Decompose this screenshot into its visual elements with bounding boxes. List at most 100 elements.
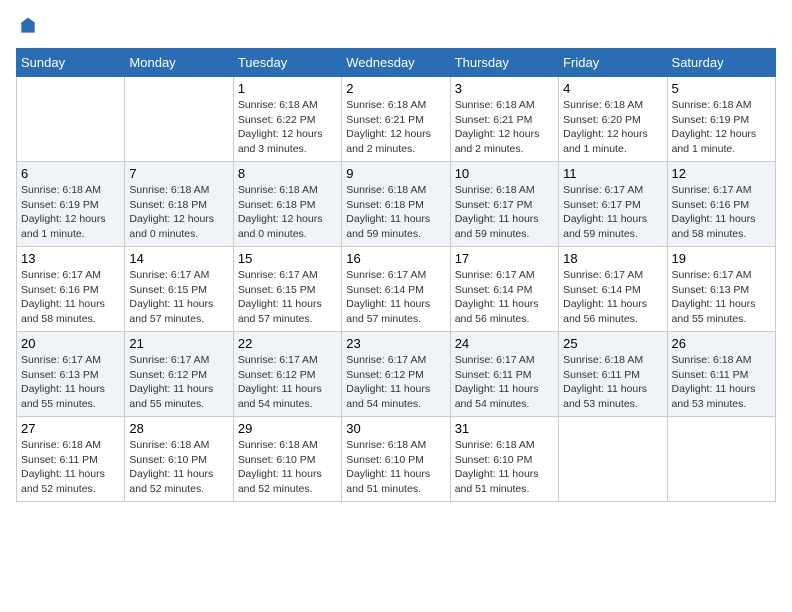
day-header-wednesday: Wednesday (342, 49, 450, 77)
day-info: Sunrise: 6:18 AM Sunset: 6:18 PM Dayligh… (129, 183, 228, 242)
day-header-tuesday: Tuesday (233, 49, 341, 77)
calendar-cell: 16 Sunrise: 6:17 AM Sunset: 6:14 PM Dayli… (342, 247, 450, 332)
day-info: Sunrise: 6:18 AM Sunset: 6:21 PM Dayligh… (455, 98, 554, 157)
day-info: Sunrise: 6:17 AM Sunset: 6:14 PM Dayligh… (563, 268, 662, 327)
calendar-cell: 28 Sunrise: 6:18 AM Sunset: 6:10 PM Dayli… (125, 417, 233, 502)
day-number: 22 (238, 336, 337, 351)
day-info: Sunrise: 6:17 AM Sunset: 6:13 PM Dayligh… (21, 353, 120, 412)
day-info: Sunrise: 6:17 AM Sunset: 6:14 PM Dayligh… (455, 268, 554, 327)
day-info: Sunrise: 6:17 AM Sunset: 6:12 PM Dayligh… (346, 353, 445, 412)
day-number: 5 (672, 81, 771, 96)
page-header (16, 16, 776, 36)
day-number: 30 (346, 421, 445, 436)
day-number: 6 (21, 166, 120, 181)
calendar-cell: 12Sunrise: 6:17 AM Sunset: 6:16 PM Dayli… (667, 162, 775, 247)
day-number: 28 (129, 421, 228, 436)
day-number: 17 (455, 251, 554, 266)
day-number: 8 (238, 166, 337, 181)
day-number: 9 (346, 166, 445, 181)
day-info: Sunrise: 6:17 AM Sunset: 6:16 PM Dayligh… (21, 268, 120, 327)
day-number: 23 (346, 336, 445, 351)
day-info: Sunrise: 6:17 AM Sunset: 6:17 PM Dayligh… (563, 183, 662, 242)
calendar-cell: 19 Sunrise: 6:17 AM Sunset: 6:13 PM Dayli… (667, 247, 775, 332)
calendar-cell (125, 77, 233, 162)
day-info: Sunrise: 6:17 AM Sunset: 6:12 PM Dayligh… (129, 353, 228, 412)
day-info: Sunrise: 6:18 AM Sunset: 6:17 PM Dayligh… (455, 183, 554, 242)
calendar-cell: 17 Sunrise: 6:17 AM Sunset: 6:14 PM Dayli… (450, 247, 558, 332)
day-number: 31 (455, 421, 554, 436)
calendar-cell: 31 Sunrise: 6:18 AM Sunset: 6:10 PM Dayli… (450, 417, 558, 502)
calendar-cell (667, 417, 775, 502)
calendar-cell: 22 Sunrise: 6:17 AM Sunset: 6:12 PM Dayli… (233, 332, 341, 417)
day-number: 11 (563, 166, 662, 181)
day-info: Sunrise: 6:18 AM Sunset: 6:10 PM Dayligh… (238, 438, 337, 497)
calendar-cell (17, 77, 125, 162)
calendar-cell: 25Sunrise: 6:18 AM Sunset: 6:11 PM Dayli… (559, 332, 667, 417)
day-number: 15 (238, 251, 337, 266)
day-info: Sunrise: 6:18 AM Sunset: 6:10 PM Dayligh… (346, 438, 445, 497)
calendar-week-2: 6 Sunrise: 6:18 AM Sunset: 6:19 PM Daylig… (17, 162, 776, 247)
calendar-cell: 23 Sunrise: 6:17 AM Sunset: 6:12 PM Dayli… (342, 332, 450, 417)
calendar-cell: 15 Sunrise: 6:17 AM Sunset: 6:15 PM Dayli… (233, 247, 341, 332)
day-number: 27 (21, 421, 120, 436)
day-info: Sunrise: 6:17 AM Sunset: 6:15 PM Dayligh… (129, 268, 228, 327)
day-info: Sunrise: 6:18 AM Sunset: 6:10 PM Dayligh… (129, 438, 228, 497)
calendar-header-row: SundayMondayTuesdayWednesdayThursdayFrid… (17, 49, 776, 77)
day-info: Sunrise: 6:18 AM Sunset: 6:21 PM Dayligh… (346, 98, 445, 157)
day-info: Sunrise: 6:18 AM Sunset: 6:19 PM Dayligh… (672, 98, 771, 157)
day-info: Sunrise: 6:18 AM Sunset: 6:20 PM Dayligh… (563, 98, 662, 157)
calendar-cell: 7 Sunrise: 6:18 AM Sunset: 6:18 PM Daylig… (125, 162, 233, 247)
day-info: Sunrise: 6:17 AM Sunset: 6:11 PM Dayligh… (455, 353, 554, 412)
day-info: Sunrise: 6:17 AM Sunset: 6:13 PM Dayligh… (672, 268, 771, 327)
day-header-thursday: Thursday (450, 49, 558, 77)
day-info: Sunrise: 6:18 AM Sunset: 6:19 PM Dayligh… (21, 183, 120, 242)
day-number: 26 (672, 336, 771, 351)
day-info: Sunrise: 6:18 AM Sunset: 6:18 PM Dayligh… (346, 183, 445, 242)
day-number: 16 (346, 251, 445, 266)
calendar-cell: 18 Sunrise: 6:17 AM Sunset: 6:14 PM Dayli… (559, 247, 667, 332)
day-info: Sunrise: 6:18 AM Sunset: 6:11 PM Dayligh… (563, 353, 662, 412)
day-info: Sunrise: 6:17 AM Sunset: 6:15 PM Dayligh… (238, 268, 337, 327)
calendar-week-1: 1 Sunrise: 6:18 AM Sunset: 6:22 PM Daylig… (17, 77, 776, 162)
day-number: 13 (21, 251, 120, 266)
day-number: 18 (563, 251, 662, 266)
day-number: 1 (238, 81, 337, 96)
day-number: 20 (21, 336, 120, 351)
calendar-cell: 20 Sunrise: 6:17 AM Sunset: 6:13 PM Dayli… (17, 332, 125, 417)
day-number: 3 (455, 81, 554, 96)
calendar-cell: 11 Sunrise: 6:17 AM Sunset: 6:17 PM Dayli… (559, 162, 667, 247)
calendar-cell: 8Sunrise: 6:18 AM Sunset: 6:18 PM Daylig… (233, 162, 341, 247)
day-number: 29 (238, 421, 337, 436)
day-info: Sunrise: 6:17 AM Sunset: 6:14 PM Dayligh… (346, 268, 445, 327)
day-number: 21 (129, 336, 228, 351)
calendar-cell: 10Sunrise: 6:18 AM Sunset: 6:17 PM Dayli… (450, 162, 558, 247)
day-number: 19 (672, 251, 771, 266)
logo-icon (18, 16, 38, 36)
day-info: Sunrise: 6:18 AM Sunset: 6:11 PM Dayligh… (21, 438, 120, 497)
calendar-cell: 24 Sunrise: 6:17 AM Sunset: 6:11 PM Dayli… (450, 332, 558, 417)
calendar-cell: 1 Sunrise: 6:18 AM Sunset: 6:22 PM Daylig… (233, 77, 341, 162)
calendar-cell: 29 Sunrise: 6:18 AM Sunset: 6:10 PM Dayli… (233, 417, 341, 502)
calendar-cell: 14 Sunrise: 6:17 AM Sunset: 6:15 PM Dayli… (125, 247, 233, 332)
day-number: 7 (129, 166, 228, 181)
calendar-cell: 9 Sunrise: 6:18 AM Sunset: 6:18 PM Daylig… (342, 162, 450, 247)
calendar-cell: 5 Sunrise: 6:18 AM Sunset: 6:19 PM Daylig… (667, 77, 775, 162)
calendar-cell: 27 Sunrise: 6:18 AM Sunset: 6:11 PM Dayli… (17, 417, 125, 502)
day-info: Sunrise: 6:17 AM Sunset: 6:12 PM Dayligh… (238, 353, 337, 412)
calendar-cell: 3 Sunrise: 6:18 AM Sunset: 6:21 PM Daylig… (450, 77, 558, 162)
day-number: 24 (455, 336, 554, 351)
day-info: Sunrise: 6:18 AM Sunset: 6:10 PM Dayligh… (455, 438, 554, 497)
day-info: Sunrise: 6:18 AM Sunset: 6:22 PM Dayligh… (238, 98, 337, 157)
calendar-week-5: 27 Sunrise: 6:18 AM Sunset: 6:11 PM Dayli… (17, 417, 776, 502)
calendar-cell: 2 Sunrise: 6:18 AM Sunset: 6:21 PM Daylig… (342, 77, 450, 162)
calendar-week-3: 13 Sunrise: 6:17 AM Sunset: 6:16 PM Dayli… (17, 247, 776, 332)
calendar-table: SundayMondayTuesdayWednesdayThursdayFrid… (16, 48, 776, 502)
calendar-cell: 26Sunrise: 6:18 AM Sunset: 6:11 PM Dayli… (667, 332, 775, 417)
day-header-saturday: Saturday (667, 49, 775, 77)
calendar-cell: 6 Sunrise: 6:18 AM Sunset: 6:19 PM Daylig… (17, 162, 125, 247)
day-number: 2 (346, 81, 445, 96)
calendar-week-4: 20 Sunrise: 6:17 AM Sunset: 6:13 PM Dayli… (17, 332, 776, 417)
day-header-friday: Friday (559, 49, 667, 77)
logo (16, 16, 40, 36)
day-number: 14 (129, 251, 228, 266)
